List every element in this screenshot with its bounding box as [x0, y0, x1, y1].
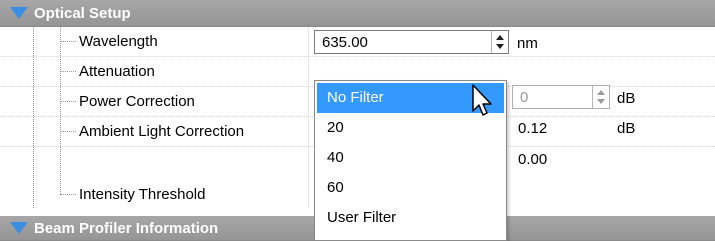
- dropdown-option-40[interactable]: 40: [317, 143, 504, 173]
- attenuation-value: 0: [520, 89, 529, 106]
- tree-branch: [60, 41, 76, 42]
- wavelength-spinbox[interactable]: 635.00: [314, 30, 509, 54]
- attenuation-unit: dB: [617, 90, 636, 107]
- triangle-down-icon[interactable]: [10, 7, 28, 19]
- properties-panel: Optical Setup Wavelength Attenuation Pow…: [0, 0, 715, 241]
- spin-down-icon[interactable]: [496, 44, 504, 49]
- spin-down-icon[interactable]: [597, 99, 605, 104]
- power-correction-unit: dB: [617, 120, 636, 137]
- section-header-optical-setup[interactable]: Optical Setup: [0, 0, 715, 27]
- section-title: Optical Setup: [34, 4, 131, 22]
- power-correction-value[interactable]: 0.12: [518, 120, 547, 137]
- label-wavelength: Wavelength: [79, 33, 158, 50]
- attenuation-spinbox[interactable]: 0: [512, 85, 610, 109]
- tree-branch: [60, 71, 76, 72]
- spin-up-icon[interactable]: [496, 35, 504, 40]
- label-attenuation: Attenuation: [79, 63, 155, 80]
- spin-up-icon[interactable]: [597, 90, 605, 95]
- label-power-correction: Power Correction: [79, 93, 195, 110]
- dropdown-option-60[interactable]: 60: [317, 173, 504, 203]
- section-title: Beam Profiler Information: [34, 219, 219, 237]
- ambient-light-value[interactable]: 0.00: [518, 151, 547, 168]
- label-intensity-threshold: Intensity Threshold: [79, 186, 206, 203]
- tree-branch: [60, 101, 76, 102]
- triangle-down-icon[interactable]: [10, 222, 28, 234]
- tree-branch: [60, 131, 76, 132]
- spin-buttons[interactable]: [592, 86, 609, 108]
- arrow-cursor-icon: [472, 84, 492, 116]
- wavelength-unit: nm: [517, 35, 538, 52]
- wavelength-value: 635.00: [322, 34, 368, 51]
- label-ambient-light-correction: Ambient Light Correction: [79, 123, 245, 140]
- spin-buttons[interactable]: [491, 31, 508, 53]
- tree-branch: [60, 194, 76, 195]
- dropdown-option-user-filter[interactable]: User Filter: [317, 203, 504, 233]
